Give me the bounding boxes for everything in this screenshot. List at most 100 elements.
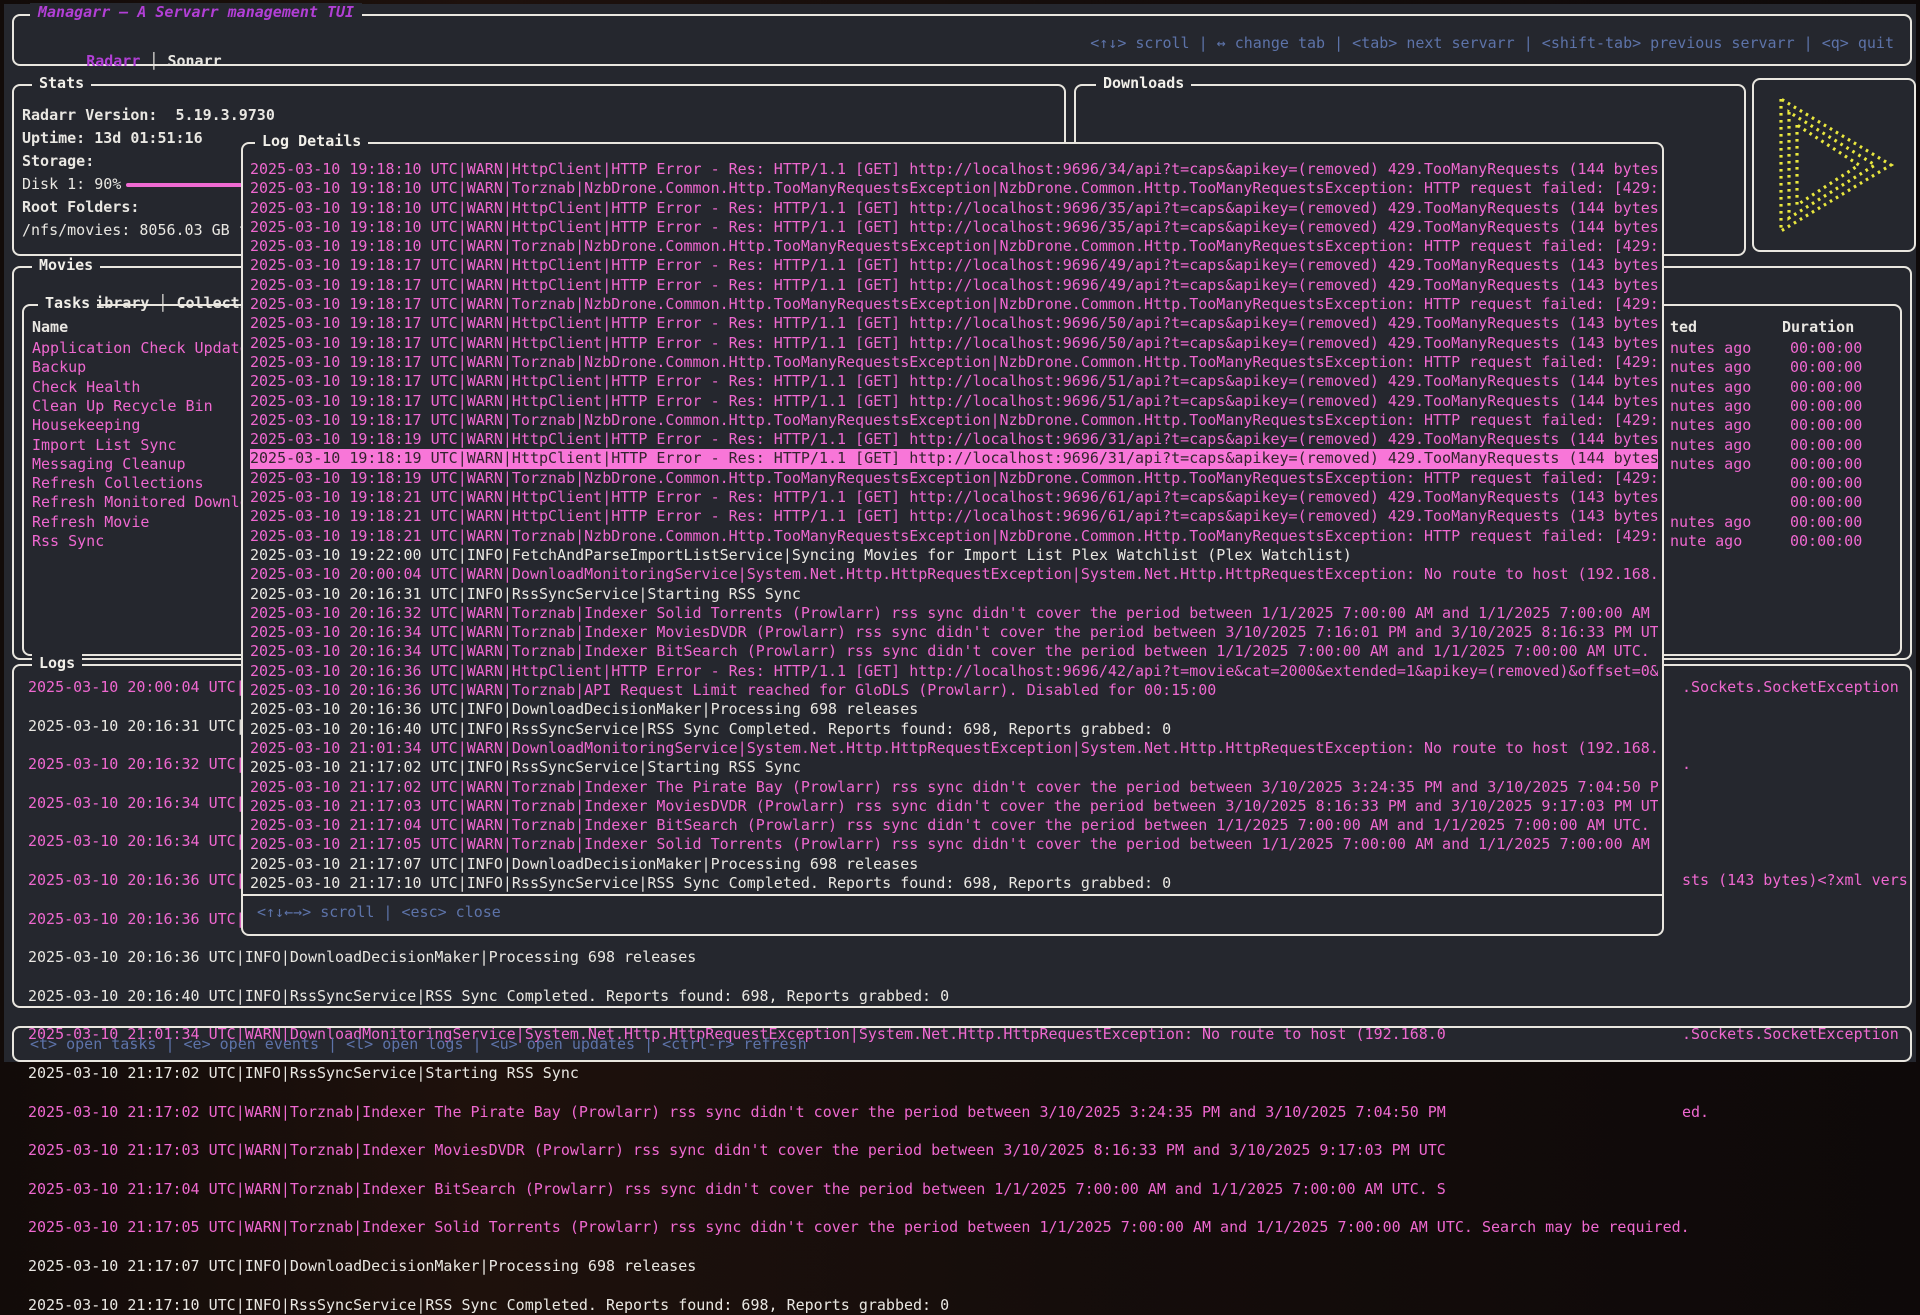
storage-label: Storage: [22,152,94,170]
log-row[interactable]: 2025-03-10 20:16:36 UTC|INFO|DownloadDec… [28,948,1908,967]
log-detail-row[interactable]: 2025-03-10 19:18:10 UTC|WARN|HttpClient|… [250,218,1658,237]
tab-separator: │ [140,52,167,70]
log-detail-row[interactable]: 2025-03-10 19:22:00 UTC|INFO|FetchAndPar… [250,546,1658,565]
log-row[interactable]: 2025-03-10 20:16:40 UTC|INFO|RssSyncServ… [28,987,1908,1006]
log-detail-row[interactable]: 2025-03-10 19:18:19 UTC|WARN|Torznab|Nzb… [250,469,1658,488]
task-name: Rss Sync [32,532,104,551]
log-detail-row[interactable]: 2025-03-10 21:01:34 UTC|WARN|DownloadMon… [250,739,1658,758]
modal-footer-divider [243,894,1662,896]
log-row[interactable]: 2025-03-10 21:17:10 UTC|INFO|RssSyncServ… [28,1296,1908,1315]
log-row-text: 2025-03-10 20:16:40 UTC|INFO|RssSyncServ… [28,987,949,1005]
task-name: Refresh Movie [32,513,149,532]
task-name: Housekeeping [32,416,140,435]
bottom-bar-panel: <t> open tasks | <e> open events | <l> o… [12,1026,1912,1062]
log-details-title: Log Details [255,132,368,150]
log-detail-row[interactable]: 2025-03-10 20:16:34 UTC|WARN|Torznab|Ind… [250,623,1658,642]
log-detail-row[interactable]: 2025-03-10 20:16:34 UTC|WARN|Torznab|Ind… [250,642,1658,661]
task-last-executed: nutes ago [1670,339,1751,358]
log-row-text: 2025-03-10 21:17:03 UTC|WARN|Torznab|Ind… [28,1141,1446,1159]
log-detail-row[interactable]: 2025-03-10 19:18:10 UTC|WARN|HttpClient|… [250,199,1658,218]
disk-usage-label: Disk 1: 90% [22,175,121,193]
log-detail-row[interactable]: 2025-03-10 19:18:10 UTC|WARN|HttpClient|… [250,160,1658,179]
log-detail-row[interactable]: 2025-03-10 19:18:21 UTC|WARN|HttpClient|… [250,488,1658,507]
bottom-keybindings: <t> open tasks | <e> open events | <l> o… [30,1035,807,1053]
log-row-text: 2025-03-10 21:17:04 UTC|WARN|Torznab|Ind… [28,1180,1446,1198]
log-row-text: 2025-03-10 21:17:02 UTC|INFO|RssSyncServ… [28,1064,579,1082]
modal-keybindings: <↑↓←→> scroll | <esc> close [257,903,501,921]
log-detail-row[interactable]: 2025-03-10 20:16:36 UTC|INFO|DownloadDec… [250,700,1658,719]
log-detail-row[interactable]: 2025-03-10 20:16:36 UTC|WARN|HttpClient|… [250,662,1658,681]
log-detail-row[interactable]: 2025-03-10 19:18:17 UTC|WARN|Torznab|Nzb… [250,411,1658,430]
task-name: Messaging Cleanup [32,455,186,474]
log-row-right-fragment: .Sockets.SocketException ( [1682,678,1908,697]
log-detail-row[interactable]: 2025-03-10 21:17:10 UTC|INFO|RssSyncServ… [250,874,1658,893]
log-detail-row[interactable]: 2025-03-10 19:18:19 UTC|WARN|HttpClient|… [250,430,1658,449]
log-detail-row[interactable]: 2025-03-10 21:17:03 UTC|WARN|Torznab|Ind… [250,797,1658,816]
task-name: Refresh Monitored Downlo [32,493,249,512]
log-row[interactable]: 2025-03-10 21:17:07 UTC|INFO|DownloadDec… [28,1257,1908,1276]
log-row[interactable]: 2025-03-10 21:17:04 UTC|WARN|Torznab|Ind… [28,1180,1908,1199]
task-name: Clean Up Recycle Bin [32,397,213,416]
managarr-play-triangle-logo [1765,89,1903,241]
log-detail-row[interactable]: 2025-03-10 20:16:40 UTC|INFO|RssSyncServ… [250,720,1658,739]
log-row-right-fragment: sts (143 bytes)<?xml versi [1682,871,1908,890]
log-detail-row[interactable]: 2025-03-10 20:00:04 UTC|WARN|DownloadMon… [250,565,1658,584]
log-details-rows: 2025-03-10 19:18:10 UTC|WARN|HttpClient|… [250,160,1658,893]
task-duration: 00:00:00 [1790,436,1862,455]
log-row-text: 2025-03-10 20:16:36 UTC|INFO|DownloadDec… [28,948,696,966]
log-row[interactable]: 2025-03-10 21:17:03 UTC|WARN|Torznab|Ind… [28,1141,1908,1160]
log-detail-row[interactable]: 2025-03-10 19:18:17 UTC|WARN|Torznab|Nzb… [250,295,1658,314]
log-detail-row[interactable]: 2025-03-10 20:16:36 UTC|WARN|Torznab|API… [250,681,1658,700]
log-detail-row[interactable]: 2025-03-10 20:16:32 UTC|WARN|Torznab|Ind… [250,604,1658,623]
app-title: Managarr — A Servarr management TUI [30,3,362,21]
log-detail-row[interactable]: 2025-03-10 21:17:07 UTC|INFO|DownloadDec… [250,855,1658,874]
tab-radarr[interactable]: Radarr [86,52,140,70]
downloads-title: Downloads [1096,74,1191,92]
task-last-executed: nutes ago [1670,455,1751,474]
stats-title: Stats [32,74,91,92]
task-name: Application Check Update [32,339,249,358]
log-detail-row[interactable]: 2025-03-10 21:17:04 UTC|WARN|Torznab|Ind… [250,816,1658,835]
log-detail-row[interactable]: 2025-03-10 21:17:02 UTC|WARN|Torznab|Ind… [250,778,1658,797]
task-duration: 00:00:00 [1790,416,1862,435]
log-detail-row[interactable]: 2025-03-10 19:18:17 UTC|WARN|HttpClient|… [250,392,1658,411]
log-row-right-fragment: . [1682,755,1691,774]
log-detail-row[interactable]: 2025-03-10 19:18:17 UTC|WARN|Torznab|Nzb… [250,353,1658,372]
log-detail-row[interactable]: 2025-03-10 19:18:17 UTC|WARN|HttpClient|… [250,256,1658,275]
log-detail-row[interactable]: 2025-03-10 20:16:31 UTC|INFO|RssSyncServ… [250,585,1658,604]
task-duration: 00:00:00 [1790,358,1862,377]
log-detail-row-selected[interactable]: 2025-03-10 19:18:19 UTC|WARN|HttpClient|… [250,449,1658,468]
log-detail-row[interactable]: 2025-03-10 19:18:17 UTC|WARN|HttpClient|… [250,372,1658,391]
tab-sonarr[interactable]: Sonarr [167,52,221,70]
log-detail-row[interactable]: 2025-03-10 19:18:21 UTC|WARN|Torznab|Nzb… [250,527,1658,546]
log-detail-row[interactable]: 2025-03-10 21:17:05 UTC|WARN|Torznab|Ind… [250,835,1658,854]
task-last-executed: nutes ago [1670,378,1751,397]
log-detail-row[interactable]: 2025-03-10 19:18:17 UTC|WARN|HttpClient|… [250,334,1658,353]
task-duration: 00:00:00 [1790,455,1862,474]
log-row[interactable]: 2025-03-10 21:17:02 UTC|WARN|Torznab|Ind… [28,1103,1908,1122]
tasks-name-header: Name [32,318,68,336]
root-folder-value: /nfs/movies: 8056.03 GB f [22,221,248,239]
task-name: Backup [32,358,86,377]
log-row[interactable]: 2025-03-10 21:17:02 UTC|INFO|RssSyncServ… [28,1064,1908,1083]
log-detail-row[interactable]: 2025-03-10 19:18:10 UTC|WARN|Torznab|Nzb… [250,179,1658,198]
log-detail-row[interactable]: 2025-03-10 19:18:10 UTC|WARN|Torznab|Nzb… [250,237,1658,256]
radarr-version: Radarr Version: 5.19.3.9730 [22,106,275,124]
root-folders-label: Root Folders: [22,198,139,216]
task-last-executed: nute ago [1670,532,1742,551]
log-row-text: 2025-03-10 21:17:02 UTC|WARN|Torznab|Ind… [28,1103,1446,1121]
log-detail-row[interactable]: 2025-03-10 19:18:21 UTC|WARN|HttpClient|… [250,507,1658,526]
log-row-text: 2025-03-10 21:17:07 UTC|INFO|DownloadDec… [28,1257,696,1275]
task-name: Check Health [32,378,140,397]
logo-panel [1752,78,1916,252]
task-duration: 00:00:00 [1790,493,1862,512]
log-detail-row[interactable]: 2025-03-10 19:18:17 UTC|WARN|HttpClient|… [250,314,1658,333]
log-detail-row[interactable]: 2025-03-10 21:17:02 UTC|INFO|RssSyncServ… [250,758,1658,777]
logs-title: Logs [32,654,82,672]
movies-title: Movies [32,256,100,274]
log-row-text: 2025-03-10 21:17:05 UTC|WARN|Torznab|Ind… [28,1218,1690,1236]
log-row[interactable]: 2025-03-10 21:17:05 UTC|WARN|Torznab|Ind… [28,1218,1908,1237]
task-name: Refresh Collections [32,474,204,493]
terminal-window: Managarr — A Servarr management TUI Rada… [4,4,1916,1062]
log-detail-row[interactable]: 2025-03-10 19:18:17 UTC|WARN|HttpClient|… [250,276,1658,295]
